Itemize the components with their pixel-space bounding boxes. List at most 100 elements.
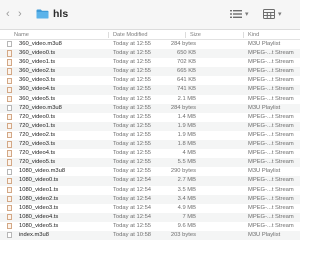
video-file-icon (7, 223, 12, 230)
file-row[interactable]: 720_video1.ts Today at 12:55 1.9 MB MPEG-..… (0, 121, 300, 131)
group-view-button[interactable]: ▾ (263, 7, 282, 21)
file-row[interactable]: 1080_video3.ts Today at 12:54 4.9 MB MPEG-.… (0, 204, 300, 213)
playlist-file-icon (7, 104, 12, 112)
file-kind: M3U Playlist (248, 168, 281, 175)
file-date-modified: Today at 12:54 (113, 177, 152, 184)
video-file-icon (7, 150, 12, 157)
file-name: 360_video5.ts (19, 95, 56, 102)
file-name: 360_video0.ts (19, 50, 56, 57)
file-kind: MPEG-...t Stream (248, 95, 294, 102)
list-view-button[interactable]: ▾ (230, 7, 249, 21)
column-divider[interactable] (243, 32, 244, 38)
file-date-modified: Today at 12:55 (113, 68, 152, 75)
file-kind: MPEG-...t Stream (248, 222, 294, 229)
file-name: 720_video4.ts (19, 150, 56, 157)
file-name: 720_video5.ts (19, 159, 56, 166)
file-name: 1080_video4.ts (19, 213, 59, 220)
file-row[interactable]: index.m3u8 Today at 10:58 203 bytes M3U Pla… (0, 230, 300, 241)
file-size: 4.9 MB (177, 204, 196, 211)
file-kind: MPEG-...t Stream (248, 141, 294, 148)
video-file-icon (7, 159, 12, 166)
file-date-modified: Today at 12:55 (113, 222, 152, 229)
file-date-modified: Today at 12:54 (113, 195, 152, 202)
file-date-modified: Today at 12:55 (113, 131, 152, 138)
file-kind: MPEG-...t Stream (248, 159, 294, 166)
file-size: 1.4 MB (177, 113, 196, 120)
file-kind: MPEG-...t Stream (248, 131, 294, 138)
file-row[interactable]: 1080_video2.ts Today at 12:54 3.4 MB MPEG-.… (0, 194, 300, 204)
file-row[interactable]: 360_video.m3u8 Today at 12:55 284 bytes M3U… (0, 40, 300, 49)
file-row[interactable]: 360_video0.ts Today at 12:55 650 KB MPEG-..… (0, 49, 300, 59)
file-size: 7 MB (182, 213, 196, 220)
file-size: 3.4 MB (177, 195, 196, 202)
file-kind: MPEG-...t Stream (248, 113, 294, 120)
file-date-modified: Today at 12:55 (113, 77, 152, 84)
column-header-date-modified[interactable]: Date Modified (113, 30, 148, 40)
playlist-file-icon (7, 41, 12, 48)
file-name: 1080_video0.ts (19, 177, 59, 184)
file-row[interactable]: 1080_video5.ts Today at 12:55 9.6 MB MPEG-.… (0, 222, 300, 231)
file-date-modified: Today at 12:55 (113, 122, 152, 129)
file-row[interactable]: 1080_video0.ts Today at 12:54 2.7 MB MPEG-.… (0, 176, 300, 186)
file-name: 720_video.m3u8 (19, 104, 62, 111)
file-kind: MPEG-...t Stream (248, 122, 294, 129)
file-kind: M3U Playlist (248, 104, 281, 111)
file-row[interactable]: 1080_video1.ts Today at 12:54 3.5 MB MPEG-.… (0, 186, 300, 195)
file-row[interactable]: 720_video.m3u8 Today at 12:55 284 bytes M3U… (0, 103, 300, 113)
file-kind: M3U Playlist (248, 41, 281, 47)
back-button[interactable]: ‹ (6, 8, 10, 20)
file-date-modified: Today at 12:55 (113, 150, 152, 157)
column-divider[interactable] (108, 32, 109, 38)
folder-icon (36, 9, 49, 19)
grid-view-icon (263, 9, 275, 19)
file-row[interactable]: 360_video4.ts Today at 12:55 741 KB MPEG-..… (0, 85, 300, 95)
file-kind: MPEG-...t Stream (248, 177, 294, 184)
file-row[interactable]: 360_video3.ts Today at 12:55 641 KB MPEG-..… (0, 76, 300, 85)
forward-button[interactable]: › (18, 8, 22, 20)
file-size: 702 KB (176, 59, 196, 66)
video-file-icon (7, 177, 12, 184)
file-date-modified: Today at 12:55 (113, 104, 152, 111)
column-header-kind[interactable]: Kind (248, 30, 259, 40)
video-file-icon (7, 113, 12, 121)
video-file-icon (7, 195, 12, 203)
file-kind: MPEG-...t Stream (248, 59, 294, 66)
file-size: 641 KB (176, 77, 196, 84)
file-row[interactable]: 720_video0.ts Today at 12:55 1.4 MB MPEG-..… (0, 113, 300, 122)
file-kind: MPEG-...t Stream (248, 186, 294, 193)
file-row[interactable]: 720_video2.ts Today at 12:55 1.9 MB MPEG-..… (0, 131, 300, 140)
file-name: 720_video0.ts (19, 113, 56, 120)
file-row[interactable]: 720_video5.ts Today at 12:55 5.5 MB MPEG-..… (0, 158, 300, 168)
chevron-down-icon: ▾ (278, 11, 282, 18)
file-name: 1080_video5.ts (19, 222, 59, 229)
file-row[interactable]: 1080_video.m3u8 Today at 12:55 290 bytes M3… (0, 167, 300, 176)
file-kind: MPEG-...t Stream (248, 86, 294, 93)
file-size: 1.8 MB (177, 141, 196, 148)
file-row[interactable]: 360_video1.ts Today at 12:55 702 KB MPEG-..… (0, 58, 300, 67)
file-size: 284 bytes (170, 41, 196, 47)
file-name: 360_video4.ts (19, 86, 56, 93)
column-header-name[interactable]: Name (14, 30, 29, 40)
chevron-down-icon: ▾ (245, 11, 249, 18)
window-title: hls (53, 8, 69, 20)
file-row[interactable]: 360_video2.ts Today at 12:55 665 KB MPEG-..… (0, 67, 300, 77)
file-row[interactable]: 720_video4.ts Today at 12:55 4 MB MPEG-...t… (0, 149, 300, 158)
file-row[interactable]: 360_video5.ts Today at 12:55 2.1 MB MPEG-..… (0, 95, 300, 104)
video-file-icon (7, 186, 12, 193)
file-date-modified: Today at 12:55 (113, 159, 152, 166)
file-name: 720_video1.ts (19, 122, 56, 129)
file-name: 1080_video.m3u8 (19, 168, 66, 175)
video-file-icon (7, 68, 12, 75)
file-size: 741 KB (176, 86, 196, 93)
file-date-modified: Today at 12:55 (113, 168, 152, 175)
file-name: 360_video3.ts (19, 77, 56, 84)
file-size: 2.1 MB (177, 95, 196, 102)
playlist-file-icon (7, 232, 12, 239)
column-header-size[interactable]: Size (190, 30, 201, 40)
file-size: 665 KB (176, 68, 196, 75)
file-kind: MPEG-...t Stream (248, 50, 294, 57)
file-date-modified: Today at 12:55 (113, 59, 152, 66)
column-divider[interactable] (185, 32, 186, 38)
file-row[interactable]: 720_video3.ts Today at 12:55 1.8 MB MPEG-..… (0, 140, 300, 150)
file-row[interactable]: 1080_video4.ts Today at 12:54 7 MB MPEG-...… (0, 212, 300, 222)
